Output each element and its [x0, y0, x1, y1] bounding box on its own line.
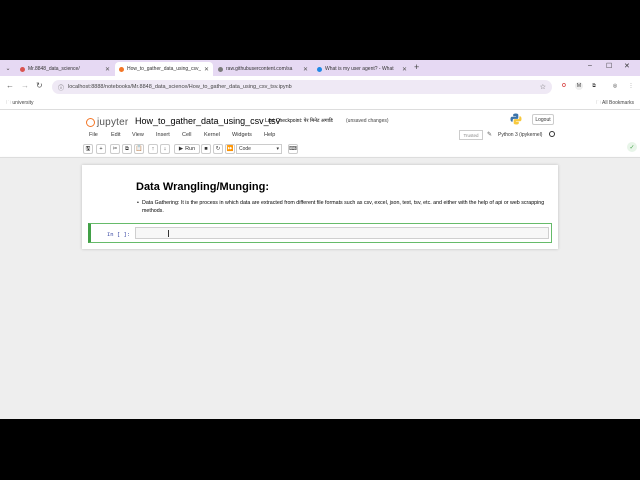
tab-label: raw.githubusercontent.com/sa [226, 66, 293, 72]
url-text: localhost:8888/notebooks/Mr.8848_data_sc… [68, 84, 292, 90]
profile-icon[interactable]: ◎ [611, 82, 619, 90]
back-icon[interactable]: ← [6, 81, 14, 90]
text-cursor [168, 230, 169, 237]
kernel-name[interactable]: Python 3 (ipykernel) [498, 132, 542, 138]
bookmark-label: university [12, 100, 34, 106]
bookmarks-bar: 🗀 university 🗀 All Bookmarks [0, 98, 640, 110]
edit-mode-pencil-icon: ✎ [487, 132, 493, 138]
all-bookmarks-button[interactable]: 🗀 All Bookmarks [596, 100, 634, 108]
jupyter-logo[interactable]: jupyter [86, 117, 128, 128]
chevron-down-icon: ▾ [276, 146, 279, 152]
jupyter-toolbar: 🖫 + ✂ ⧉ 📋 ↑ ↓ ▶ Run ■ ↻ ⏩ Code ▾ ⌨ [82, 144, 558, 156]
address-bar[interactable]: ⓘ localhost:8888/notebooks/Mr.8848_data_… [52, 80, 552, 94]
tab-favicon-icon [20, 66, 25, 72]
insert-cell-icon[interactable]: + [96, 144, 106, 154]
bookmark-label: All Bookmarks [602, 100, 634, 106]
grammar-checker-icon[interactable]: ✓ [627, 142, 637, 152]
tab-raw-github[interactable]: raw.githubusercontent.com/sa ✕ [214, 62, 312, 76]
reload-icon[interactable]: ↻ [36, 81, 43, 90]
tab-label: Mr.8848_data_science/ [28, 66, 80, 72]
copy-icon[interactable]: ⧉ [122, 144, 132, 154]
tab-data-science[interactable]: Mr.8848_data_science/ ✕ [16, 62, 114, 76]
interrupt-icon[interactable]: ■ [201, 144, 211, 154]
jupyter-menubar: File Edit View Insert Cell Kernel Widget… [82, 130, 558, 142]
code-input[interactable] [135, 227, 549, 239]
tab-user-agent[interactable]: What is my user agent? - What ✕ [313, 62, 411, 76]
browser-menu-icon[interactable]: ⋮ [627, 82, 635, 90]
tab-favicon-icon [317, 66, 322, 72]
notebook-page: Data Wrangling/Munging: Data Gathering: … [82, 165, 558, 249]
menu-file[interactable]: File [89, 132, 98, 138]
menu-help[interactable]: Help [264, 132, 275, 138]
browser-window: ⌄ Mr.8848_data_science/ ✕ How_to_gather_… [0, 60, 640, 419]
close-icon[interactable]: ✕ [105, 66, 110, 73]
tab-favicon-icon [119, 66, 124, 72]
tab-label: What is my user agent? - What [325, 66, 394, 72]
trusted-indicator[interactable]: Trusted [459, 130, 483, 140]
move-down-icon[interactable]: ↓ [160, 144, 170, 154]
window-close-icon[interactable]: ✕ [624, 62, 630, 70]
close-icon[interactable]: ✕ [204, 66, 209, 73]
menu-view[interactable]: View [132, 132, 144, 138]
cell-type-select[interactable]: Code ▾ [236, 144, 282, 154]
extension-puzzle-icon[interactable]: ⧉ [590, 82, 598, 90]
opera-extension-icon[interactable]: O [560, 82, 568, 90]
kernel-status-icon [549, 131, 555, 137]
menu-edit[interactable]: Edit [111, 132, 120, 138]
restart-icon[interactable]: ↻ [213, 144, 223, 154]
run-label: Run [185, 146, 196, 152]
jupyter-logo-text: jupyter [97, 117, 129, 128]
close-icon[interactable]: ✕ [402, 66, 407, 73]
minimize-icon[interactable]: – [588, 62, 592, 69]
tab-strip: ⌄ Mr.8848_data_science/ ✕ How_to_gather_… [0, 60, 640, 76]
site-info-icon[interactable]: ⓘ [58, 83, 64, 92]
menu-kernel[interactable]: Kernel [204, 132, 220, 138]
move-up-icon[interactable]: ↑ [148, 144, 158, 154]
logout-button[interactable]: Logout [532, 114, 554, 125]
run-button[interactable]: ▶ Run [174, 144, 200, 154]
jupyter-logo-icon [86, 118, 95, 127]
forward-icon[interactable]: → [21, 81, 29, 90]
code-cell[interactable]: In [ ]: [88, 223, 552, 243]
command-palette-keyboard-icon[interactable]: ⌨ [288, 144, 298, 154]
bookmark-star-icon[interactable]: ☆ [540, 83, 546, 91]
markdown-heading[interactable]: Data Wrangling/Munging: [136, 181, 269, 193]
tab-label: How_to_gather_data_using_csv_ [127, 66, 201, 72]
unsaved-status: (unsaved changes) [346, 118, 389, 124]
tab-search-icon[interactable]: ⌄ [3, 63, 13, 73]
navigation-bar: ← → ↻ ⓘ localhost:8888/notebooks/Mr.8848… [0, 76, 640, 98]
save-icon[interactable]: 🖫 [83, 144, 93, 154]
tab-notebook[interactable]: How_to_gather_data_using_csv_ ✕ [115, 62, 213, 76]
input-prompt: In [ ]: [107, 231, 131, 238]
maximize-icon[interactable]: ☐ [606, 62, 612, 70]
cell-type-value: Code [239, 146, 251, 152]
checkpoint-status: Last Checkpoint: पेर मिनेट अगाडि [265, 118, 333, 124]
menu-insert[interactable]: Insert [156, 132, 170, 138]
notebook-name[interactable]: How_to_gather_data_using_csv_tsv [135, 116, 280, 126]
gmail-extension-icon[interactable]: M [575, 82, 583, 90]
menu-cell[interactable]: Cell [182, 132, 191, 138]
new-tab-icon[interactable]: + [414, 62, 419, 72]
bookmark-university[interactable]: 🗀 university [6, 100, 34, 108]
markdown-bullet[interactable]: Data Gathering: It is the process in whi… [137, 199, 548, 215]
python-logo-icon [510, 113, 522, 125]
cut-icon[interactable]: ✂ [110, 144, 120, 154]
run-icon: ▶ [178, 146, 184, 152]
close-icon[interactable]: ✕ [303, 66, 308, 73]
menu-widgets[interactable]: Widgets [232, 132, 252, 138]
paste-icon[interactable]: 📋 [134, 144, 144, 154]
restart-run-all-icon[interactable]: ⏩ [225, 144, 235, 154]
tab-favicon-icon [218, 66, 223, 72]
